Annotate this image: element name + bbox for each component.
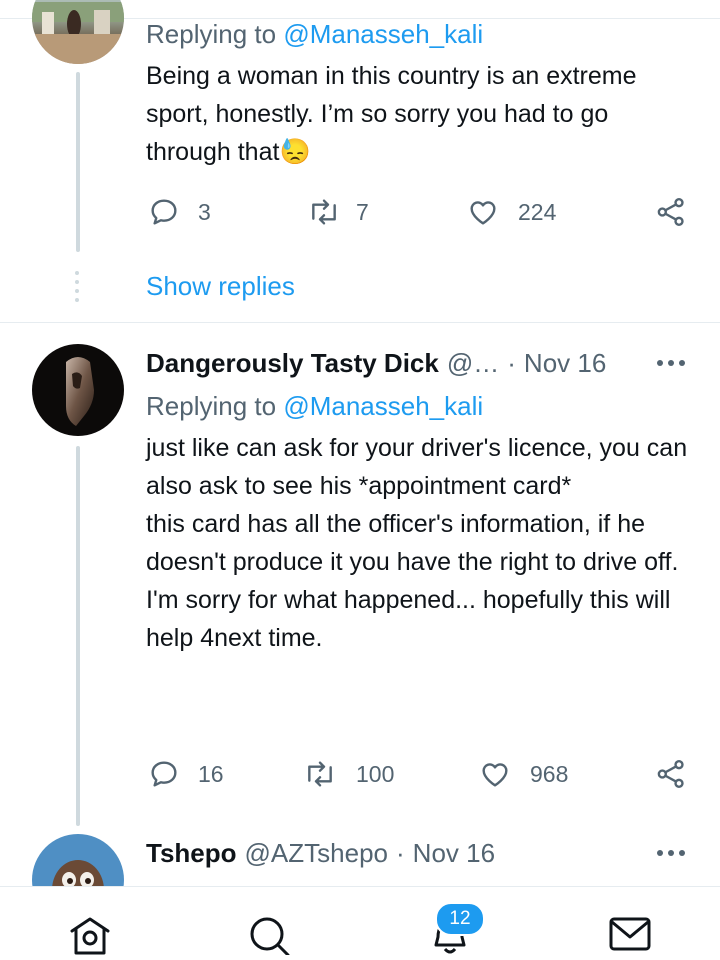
reply-count: 3 — [198, 198, 211, 225]
retweet-count: 100 — [356, 760, 395, 787]
share-button[interactable] — [654, 196, 688, 228]
nav-home[interactable] — [68, 915, 112, 960]
separator-dot: · — [396, 838, 405, 868]
like-count: 224 — [518, 198, 557, 225]
tweet-paragraph: just like can ask for your driver's lice… — [146, 434, 688, 500]
reply-count: 16 — [198, 760, 224, 787]
display-name[interactable]: Tshepo — [146, 838, 237, 869]
replying-to-label: Replying to — [146, 391, 277, 421]
replying-to: Replying to @Manasseh_kali — [146, 19, 483, 50]
user-handle[interactable]: @… — [447, 348, 499, 379]
tweet-header: Dangerously Tasty Dick @… · Nov 16 — [146, 348, 606, 379]
retweet-button[interactable]: 100 — [302, 758, 394, 790]
mention-link[interactable]: @Manasseh_kali — [283, 19, 483, 49]
share-icon — [657, 198, 684, 226]
nav-messages[interactable] — [608, 915, 652, 960]
nav-search[interactable] — [248, 915, 292, 960]
like-button[interactable]: 968 — [478, 758, 568, 790]
tweet-date[interactable]: Nov 16 — [413, 838, 495, 869]
replying-to: Replying to @Manasseh_kali — [146, 391, 483, 422]
user-handle[interactable]: @AZTshepo — [245, 838, 388, 869]
more-options-button[interactable] — [656, 846, 686, 865]
like-button[interactable]: 224 — [466, 196, 556, 228]
replying-to-label: Replying to — [146, 19, 277, 49]
tweet-text-content: Being a woman in this country is an extr… — [146, 62, 637, 166]
separator-dot: · — [507, 348, 516, 378]
share-button[interactable] — [654, 758, 688, 790]
reply-icon — [151, 761, 177, 787]
avatar[interactable] — [32, 344, 124, 436]
avatar[interactable] — [32, 0, 124, 64]
share-icon — [657, 760, 684, 788]
heart-icon — [470, 201, 496, 225]
thread-dots — [74, 270, 80, 304]
like-count: 968 — [530, 760, 569, 787]
tweet-text: Being a woman in this country is an extr… — [146, 57, 686, 171]
tweet-date[interactable]: Nov 16 — [524, 348, 606, 379]
reply-button[interactable]: 16 — [148, 758, 224, 790]
retweet-count: 7 — [356, 198, 369, 225]
show-replies-link[interactable]: Show replies — [146, 271, 295, 302]
thread-line — [76, 72, 80, 252]
tweet-paragraph: I'm sorry for what happened... hopefully… — [146, 586, 671, 652]
sweat-emoji: 😓 — [279, 138, 311, 166]
tweet-divider — [0, 322, 720, 323]
tweet-paragraph: this card has all the officer's informat… — [146, 510, 679, 576]
retweet-icon — [312, 199, 336, 225]
reply-button[interactable]: 3 — [148, 196, 211, 228]
more-options-button[interactable] — [656, 356, 686, 375]
heart-icon — [482, 763, 508, 787]
tweet-text: just like can ask for your driver's lice… — [146, 429, 696, 657]
more-icon — [657, 850, 685, 856]
thread-line — [76, 446, 80, 826]
retweet-button[interactable]: 7 — [306, 196, 369, 228]
home-icon — [70, 917, 110, 955]
search-icon — [250, 917, 290, 957]
mention-link[interactable]: @Manasseh_kali — [283, 391, 483, 421]
tweet-header: Tshepo @AZTshepo · Nov 16 — [146, 838, 495, 869]
more-icon — [657, 360, 685, 366]
reply-icon — [151, 199, 177, 225]
bottom-nav — [0, 886, 720, 957]
mail-icon — [609, 917, 651, 951]
display-name[interactable]: Dangerously Tasty Dick — [146, 348, 439, 379]
retweet-icon — [308, 761, 332, 787]
notifications-badge: 12 — [435, 902, 485, 936]
